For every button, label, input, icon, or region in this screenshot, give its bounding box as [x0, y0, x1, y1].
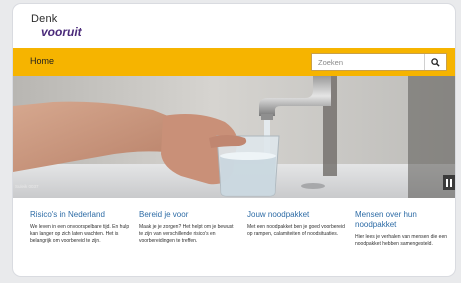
- card-text: Met een noodpakket ben je goed voorberei…: [247, 224, 345, 238]
- site-logo[interactable]: Denk vooruit: [31, 13, 82, 39]
- nav-home-link[interactable]: Home: [30, 56, 54, 66]
- search-icon: [431, 57, 440, 67]
- card-bereid[interactable]: Bereid je voor Maak je je zorgen? Het he…: [139, 210, 239, 246]
- photo-credit: Suleik 0037: [15, 184, 39, 189]
- card-noodpakket[interactable]: Jouw noodpakket Met een noodpakket ben j…: [247, 210, 349, 238]
- main-navigation: Home: [13, 48, 455, 76]
- card-title[interactable]: Jouw noodpakket: [247, 210, 349, 220]
- pause-icon: [446, 178, 448, 187]
- card-text: Maak je je zorgen? Het helpt om je bewus…: [139, 224, 234, 245]
- hero-image: Suleik 0037: [13, 76, 455, 198]
- card-text: We leven in een onvoorspelbare tijd. En …: [30, 224, 130, 245]
- search-button[interactable]: [424, 54, 446, 70]
- logo-line1: Denk: [31, 13, 58, 25]
- card-text: Hier lees je verhalen van mensen die een…: [355, 234, 447, 248]
- card-risicos[interactable]: Risico's in Nederland We leven in een on…: [30, 210, 130, 246]
- search-box: [311, 53, 447, 71]
- search-input[interactable]: [312, 54, 420, 70]
- card-mensen[interactable]: Mensen over hun noodpakket Hier lees je …: [355, 210, 453, 248]
- page-frame: Denk vooruit Home Zoeken Suleik 0037 Ris…: [12, 3, 456, 277]
- hero-photo: [13, 76, 455, 198]
- card-title[interactable]: Risico's in Nederland: [30, 210, 130, 220]
- card-title[interactable]: Bereid je voor: [139, 210, 239, 220]
- logo-line2: vooruit: [41, 25, 82, 39]
- card-title[interactable]: Mensen over hun noodpakket: [355, 210, 453, 230]
- pause-button[interactable]: [443, 175, 455, 190]
